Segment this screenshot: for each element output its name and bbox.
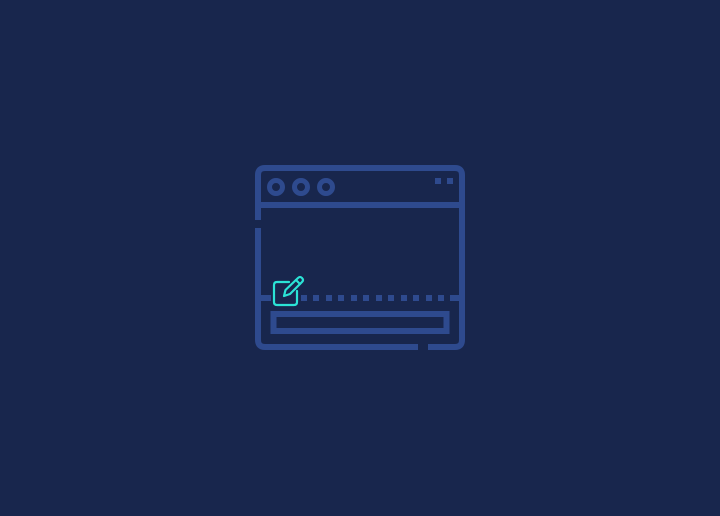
dash-5 [351, 295, 357, 301]
dash-left-stub [258, 295, 271, 301]
dash-1 [301, 295, 307, 301]
browser-window-illustration [0, 0, 720, 516]
dash-3 [326, 295, 332, 301]
dash-6 [363, 295, 369, 301]
dash-7 [376, 295, 382, 301]
bottom-mark-2 [446, 344, 452, 350]
dash-8 [388, 295, 394, 301]
dash-12 [438, 295, 444, 301]
dash-9 [401, 295, 407, 301]
background [0, 0, 720, 516]
title-mark-1 [435, 178, 441, 184]
title-mark-2 [447, 178, 453, 184]
dash-2 [313, 295, 319, 301]
dash-4 [338, 295, 344, 301]
bottom-mark-1 [434, 344, 440, 350]
hero-canvas [0, 0, 720, 516]
dash-11 [426, 295, 432, 301]
dash-10 [413, 295, 419, 301]
dash-right-stub [450, 295, 462, 301]
